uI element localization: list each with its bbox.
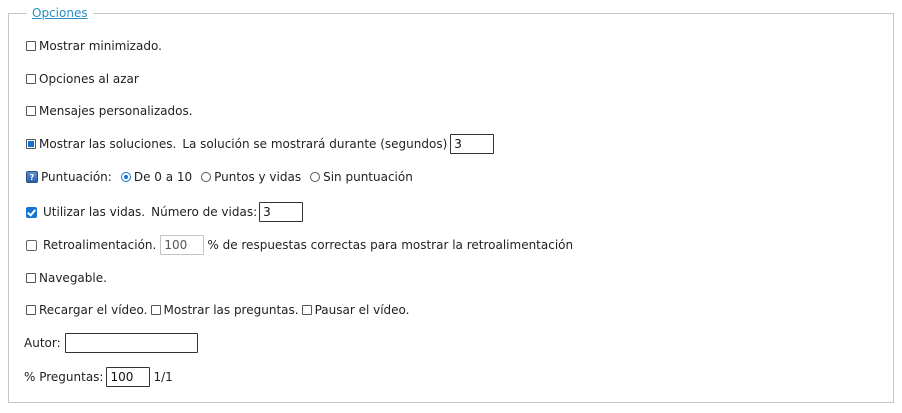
- questions-label: % Preguntas:: [24, 370, 104, 384]
- scoring-radio-points-lives[interactable]: [201, 172, 212, 182]
- solutions-label: Mostrar las soluciones.: [39, 137, 177, 151]
- navigable-label: Navegable.: [39, 271, 107, 285]
- feedback-row: Retroalimentación. % de respuestas corre…: [26, 234, 573, 256]
- navigable-row: Navegable.: [26, 267, 107, 289]
- scoring-radio-none[interactable]: [310, 172, 321, 182]
- pause-video-checkbox[interactable]: [301, 305, 312, 315]
- questions-percent-input[interactable]: [106, 367, 151, 387]
- solutions-checkbox[interactable]: [26, 139, 36, 149]
- scoring-label: Puntuación:: [41, 170, 112, 184]
- custom-messages-label: Mensajes personalizados.: [39, 104, 193, 118]
- video-row: Recargar el vídeo. Mostrar las preguntas…: [26, 299, 410, 321]
- lives-row: Utilizar las vidas. Número de vidas:: [26, 201, 304, 223]
- minimized-checkbox[interactable]: [26, 41, 36, 51]
- options-legend[interactable]: Opciones: [27, 5, 93, 21]
- reload-video-label: Recargar el vídeo.: [39, 303, 148, 317]
- solutions-duration-label: La solución se mostrará durante (segundo…: [182, 137, 448, 151]
- lives-count-input[interactable]: [259, 202, 304, 222]
- questions-row: % Preguntas: 1/1: [24, 366, 173, 388]
- author-input[interactable]: [64, 333, 198, 353]
- minimized-label: Mostrar minimizado.: [39, 39, 162, 53]
- show-questions-checkbox[interactable]: [150, 305, 161, 315]
- random-row: Opciones al azar: [26, 68, 139, 90]
- solutions-duration-input[interactable]: [450, 134, 495, 154]
- random-checkbox[interactable]: [26, 74, 36, 84]
- scoring-radio-0-10[interactable]: [120, 172, 131, 182]
- lives-label: Utilizar las vidas.: [43, 205, 146, 219]
- solutions-row: Mostrar las soluciones. La solución se m…: [26, 133, 495, 155]
- scoring-option-none: Sin puntuación: [323, 170, 413, 184]
- lives-checkbox[interactable]: [26, 206, 37, 218]
- show-questions-label: Mostrar las preguntas.: [163, 303, 299, 317]
- custom-messages-row: Mensajes personalizados.: [26, 100, 193, 122]
- custom-messages-checkbox[interactable]: [26, 106, 36, 116]
- scoring-row: ? Puntuación: De 0 a 10 Puntos y vidas S…: [26, 166, 413, 188]
- scoring-option-points-lives: Puntos y vidas: [214, 170, 302, 184]
- feedback-percent-input[interactable]: [160, 235, 205, 255]
- random-label: Opciones al azar: [39, 72, 139, 86]
- questions-count: 1/1: [153, 370, 173, 384]
- feedback-label: Retroalimentación.: [43, 238, 157, 252]
- reload-video-checkbox[interactable]: [26, 305, 36, 315]
- help-icon[interactable]: ?: [26, 171, 38, 183]
- pause-video-label: Pausar el vídeo.: [314, 303, 410, 317]
- author-row: Autor:: [24, 332, 198, 354]
- scoring-option-0-10: De 0 a 10: [133, 170, 193, 184]
- feedback-suffix: % de respuestas correctas para mostrar l…: [207, 238, 574, 252]
- navigable-checkbox[interactable]: [26, 273, 36, 283]
- lives-count-label: Número de vidas:: [151, 205, 258, 219]
- feedback-checkbox[interactable]: [26, 239, 37, 251]
- minimized-row: Mostrar minimizado.: [26, 35, 162, 57]
- author-label: Autor:: [24, 336, 61, 350]
